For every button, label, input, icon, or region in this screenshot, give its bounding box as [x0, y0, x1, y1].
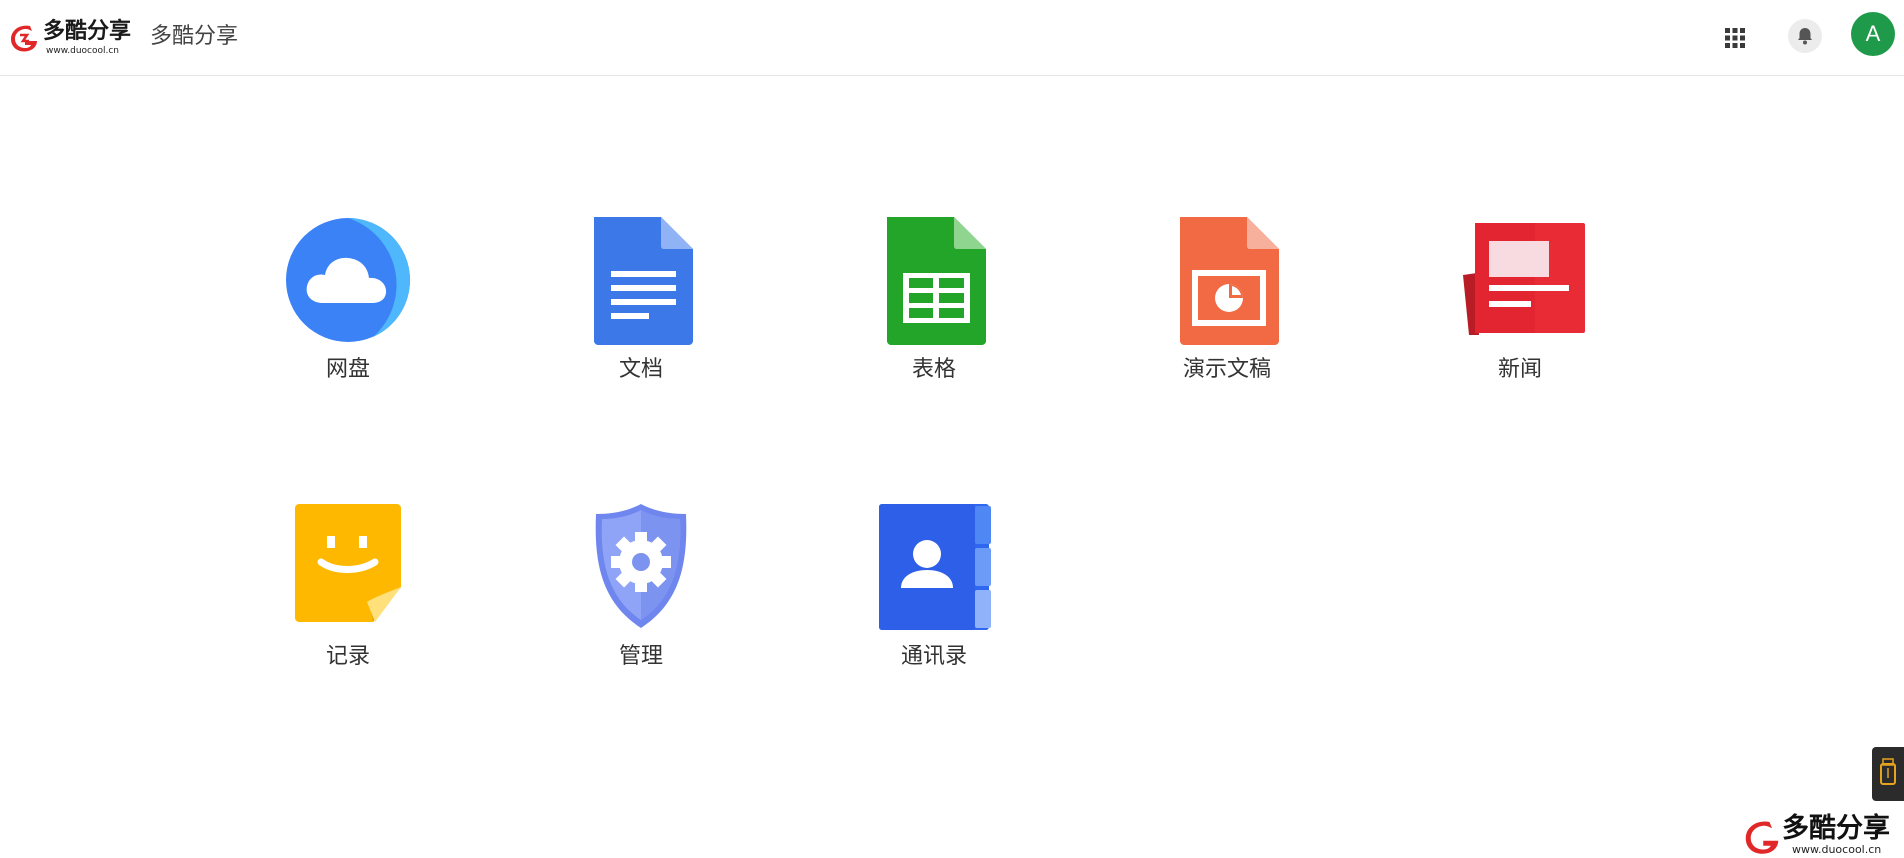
watermark-logo: 多酷分享 www.duocool.cn — [1742, 814, 1902, 856]
logo-url: www.duocool.cn — [46, 46, 120, 56]
usb-drive-icon — [1880, 758, 1896, 785]
app-contacts[interactable]: 通讯录 — [829, 502, 1009, 702]
logo-text: 多酷分享 — [43, 19, 132, 44]
app-label: 表格 — [911, 357, 956, 382]
note-icon — [295, 504, 401, 622]
apps-grid-button[interactable] — [1720, 23, 1750, 53]
app-cloud-drive[interactable]: 网盘 — [243, 215, 423, 415]
watermark-url: www.duocool.cn — [1792, 843, 1882, 856]
admin-shield-icon — [595, 504, 687, 628]
cloud-drive-icon — [286, 218, 411, 342]
app-label: 管理 — [618, 644, 663, 669]
watermark-text: 多酷分享 — [1782, 813, 1890, 844]
app-label: 演示文稿 — [1182, 357, 1271, 382]
bell-icon — [1798, 28, 1812, 45]
logo-mark-icon — [11, 25, 37, 52]
site-title[interactable]: 多酷分享 — [150, 22, 238, 52]
app-label: 新闻 — [1497, 357, 1542, 382]
side-tool-tab[interactable] — [1872, 747, 1904, 801]
contacts-icon — [879, 504, 991, 630]
app-notes[interactable]: 记录 — [243, 502, 423, 702]
user-avatar[interactable]: A — [1851, 12, 1895, 56]
document-icon — [594, 217, 693, 345]
top-bar: 多酷分享 www.duocool.cn 多酷分享 A — [0, 0, 1904, 76]
app-label: 网盘 — [325, 357, 370, 382]
app-label: 通讯录 — [900, 644, 967, 669]
app-document[interactable]: 文档 — [536, 215, 716, 415]
news-icon — [1463, 223, 1585, 335]
spreadsheet-icon — [887, 217, 986, 345]
apps-grid-icon — [1725, 28, 1745, 48]
presentation-icon — [1180, 217, 1279, 345]
logo[interactable]: 多酷分享 www.duocool.cn — [8, 20, 132, 56]
app-presentation[interactable]: 演示文稿 — [1122, 215, 1302, 415]
app-spreadsheet[interactable]: 表格 — [829, 215, 1009, 415]
app-news[interactable]: 新闻 — [1415, 215, 1595, 415]
app-label: 文档 — [618, 357, 663, 382]
app-label: 记录 — [325, 644, 370, 669]
app-admin[interactable]: 管理 — [536, 502, 716, 702]
watermark-mark-icon — [1745, 821, 1779, 854]
notifications-button[interactable] — [1788, 19, 1822, 53]
